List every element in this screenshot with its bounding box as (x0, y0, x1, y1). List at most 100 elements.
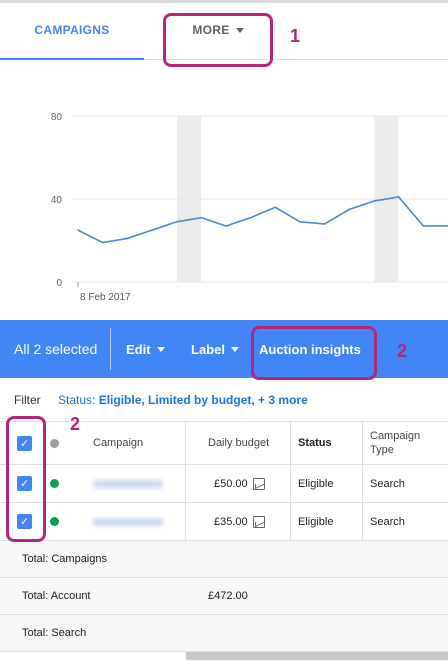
tab-campaigns-label: CAMPAIGNS (34, 23, 110, 37)
header-campaign-label: Campaign (93, 437, 144, 449)
data-point (151, 229, 153, 231)
type-cell: Search (370, 465, 405, 502)
total-campaigns-label: Total: Campaigns (22, 553, 107, 565)
selected-count: All 2 selected (14, 320, 97, 378)
performance-chart: 80 40 0 8 Feb 2017 (0, 60, 448, 320)
annotation-number: 2 (70, 414, 81, 434)
table-row: ✓ £35.00 Eligible Search (0, 503, 448, 541)
row-checkbox[interactable]: ✓ (17, 503, 32, 540)
label-menu-button[interactable]: Label (191, 320, 239, 378)
column-divider (185, 503, 186, 540)
auction-insights-button[interactable]: Auction insights (259, 320, 361, 378)
filter-row: Filter Status: Eligible, Limited by budg… (0, 384, 448, 416)
edit-label: Edit (126, 341, 151, 357)
total-label: Total: Search (22, 615, 86, 651)
total-account-budget: £472.00 (208, 578, 248, 614)
budget-chart-icon[interactable] (252, 477, 265, 490)
data-point (77, 229, 79, 231)
data-point (323, 223, 326, 225)
grey-dot-icon (50, 438, 59, 448)
redacted-campaign-name (93, 479, 163, 488)
status-dot (50, 503, 59, 540)
header-status-label: Status (298, 437, 332, 449)
total-account-budget-value: £472.00 (208, 590, 248, 602)
campaign-name-link[interactable] (93, 465, 163, 502)
tab-more[interactable]: MORE (164, 0, 272, 60)
label-label: Label (191, 341, 225, 357)
status-dot (50, 465, 59, 502)
header-daily-budget[interactable]: Daily budget (208, 422, 269, 464)
selection-action-bar: All 2 selected Edit Label Auction insigh… (0, 320, 448, 378)
column-divider (290, 503, 291, 540)
status-cell: Eligible (298, 465, 333, 502)
chevron-down-icon (230, 346, 239, 352)
table-header: ✓ Campaign Daily budget Status Campaign … (0, 421, 448, 465)
data-point (101, 241, 104, 244)
check-icon: ✓ (17, 476, 32, 491)
total-row-account: Total: Account £472.00 (0, 578, 448, 615)
type-cell: Search (370, 503, 405, 540)
column-divider (362, 422, 363, 464)
tab-more-label: MORE (192, 23, 230, 37)
column-divider (290, 465, 291, 502)
data-point (348, 208, 351, 211)
redacted-campaign-name (93, 517, 163, 526)
data-point (200, 216, 203, 219)
column-divider (185, 422, 186, 464)
chevron-down-icon (156, 346, 165, 352)
y-tick-label: 80 (51, 112, 63, 123)
annotation-number: 1 (290, 26, 301, 46)
header-type-label: Campaign Type (370, 430, 421, 456)
type-value: Search (370, 515, 405, 528)
header-status[interactable]: Status (298, 422, 332, 464)
data-point (299, 221, 301, 223)
status-cell: Eligible (298, 503, 333, 540)
data-point (274, 206, 277, 209)
status-filter-prefix: Status: (58, 393, 96, 407)
budget-value: £35.00 (214, 515, 248, 528)
x-tick-label: 8 Feb 2017 (80, 292, 131, 303)
green-dot-icon (50, 479, 59, 488)
header-campaign-type[interactable]: Campaign Type (370, 422, 430, 464)
row-checkbox[interactable]: ✓ (17, 465, 32, 502)
data-point (373, 200, 375, 202)
annotation-number: 2 (397, 341, 408, 361)
total-label: Total: Account (22, 578, 91, 614)
budget-value: £50.00 (214, 477, 248, 490)
total-account-label: Total: Account (22, 590, 91, 602)
budget-chart-icon[interactable] (252, 515, 265, 528)
status-filter-chip[interactable]: Status: Eligible, Limited by budget, + 3… (58, 393, 308, 407)
select-all-checkbox[interactable]: ✓ (17, 422, 32, 464)
total-label: Total: Campaigns (22, 541, 107, 577)
line-chart: 80 40 0 8 Feb 2017 (51, 112, 448, 303)
data-point (126, 237, 129, 240)
selected-count-label: All 2 selected (14, 341, 98, 357)
header-budget-label: Daily budget (208, 437, 270, 449)
total-search-label: Total: Search (22, 627, 87, 639)
total-row-search: Total: Search (0, 615, 448, 652)
daily-budget-cell[interactable]: £35.00 (214, 503, 265, 540)
tab-campaigns[interactable]: CAMPAIGNS (0, 0, 144, 61)
data-point (225, 225, 227, 227)
column-divider (185, 465, 186, 502)
column-divider (290, 422, 291, 464)
edit-menu-button[interactable]: Edit (126, 320, 165, 378)
y-tick-label: 0 (56, 278, 62, 289)
filter-label: Filter (14, 393, 41, 407)
column-divider (362, 503, 363, 540)
y-tick-label: 40 (51, 195, 63, 206)
header-campaign[interactable]: Campaign (93, 422, 143, 464)
table-row: ✓ £50.00 Eligible Search (0, 465, 448, 503)
tab-bar: CAMPAIGNS MORE (0, 0, 448, 61)
status-filter-values: Eligible, Limited by budget, + 3 more (98, 393, 308, 407)
status-value: Eligible (298, 477, 334, 490)
horizontal-scrollbar[interactable] (186, 652, 448, 660)
data-point (175, 221, 178, 223)
campaign-name-link[interactable] (93, 503, 163, 540)
chevron-down-icon (235, 27, 244, 33)
status-dot-header (50, 422, 59, 464)
green-dot-icon (50, 517, 59, 526)
total-row-campaigns: Total: Campaigns (0, 541, 448, 578)
data-point (422, 225, 425, 227)
daily-budget-cell[interactable]: £50.00 (214, 465, 265, 502)
